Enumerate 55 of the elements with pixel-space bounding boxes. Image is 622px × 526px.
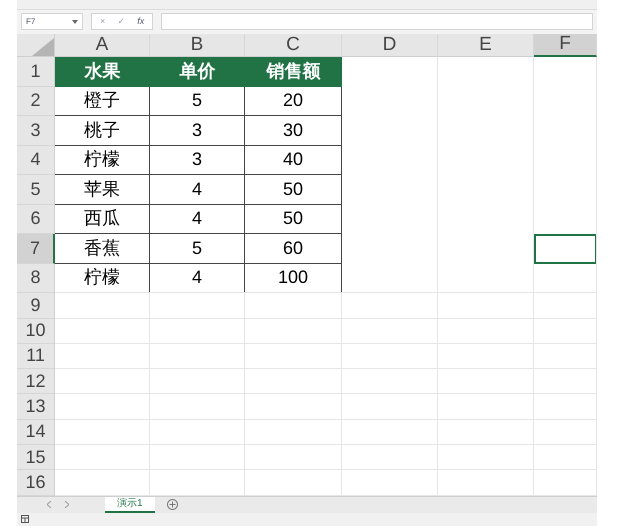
column-header[interactable]: C: [245, 34, 342, 58]
table-cell: 60: [245, 234, 342, 264]
table-cell: 50: [245, 204, 342, 234]
row-header[interactable]: 1: [17, 57, 55, 87]
table-cell: 30: [245, 116, 342, 146]
row-header[interactable]: 2: [17, 86, 55, 116]
row-header[interactable]: 7: [17, 234, 55, 264]
table-cell: 柠檬: [55, 264, 150, 294]
column-header[interactable]: A: [55, 34, 150, 58]
row-header[interactable]: 4: [17, 146, 55, 176]
table-cell: 橙子: [55, 86, 150, 116]
table-cell: 40: [245, 146, 342, 176]
row-header[interactable]: 16: [17, 470, 55, 496]
row-header[interactable]: 5: [17, 175, 55, 205]
row-header[interactable]: 11: [17, 344, 55, 370]
column-title: 水果: [55, 57, 150, 87]
row-header[interactable]: 15: [17, 445, 55, 470]
table-cell: 3: [150, 116, 245, 146]
table-cell: 苹果: [55, 175, 150, 205]
table-cell: 西瓜: [55, 204, 150, 234]
column-header[interactable]: B: [150, 34, 245, 58]
table-cell: 4: [150, 204, 245, 234]
scroll-left-icon[interactable]: [47, 501, 52, 508]
table-cell: 柠檬: [55, 146, 150, 176]
scroll-right-icon[interactable]: [64, 501, 69, 508]
row-header[interactable]: 12: [17, 369, 55, 394]
formula-input[interactable]: [161, 13, 593, 30]
table-cell: 5: [150, 86, 245, 116]
table-cell: 20: [245, 86, 342, 116]
column-header[interactable]: F: [534, 34, 597, 58]
name-box[interactable]: F7: [21, 13, 83, 30]
table-cell: 100: [245, 264, 342, 294]
table-cell: 桃子: [55, 116, 150, 146]
row-header[interactable]: 8: [17, 264, 55, 294]
table-cell: 4: [150, 175, 245, 205]
table-cell: 5: [150, 234, 245, 264]
row-header[interactable]: 13: [17, 394, 55, 420]
row-header[interactable]: 9: [17, 293, 55, 319]
column-title: 销售额: [245, 57, 342, 87]
table-cell: 50: [245, 175, 342, 205]
sheet-tab[interactable]: 演示1: [105, 496, 155, 513]
insert-function-button[interactable]: fx: [137, 15, 144, 29]
column-header[interactable]: E: [438, 34, 534, 58]
table-cell: 4: [150, 264, 245, 294]
column-title: 单价: [150, 57, 245, 87]
column-header[interactable]: D: [342, 34, 438, 58]
row-header[interactable]: 3: [17, 116, 55, 146]
row-header[interactable]: 14: [17, 420, 55, 445]
table-cell: 3: [150, 146, 245, 176]
page-layout-icon[interactable]: [21, 515, 29, 524]
add-sheet-icon[interactable]: [166, 499, 178, 510]
row-header[interactable]: 10: [17, 318, 55, 344]
caret-icon: [72, 20, 78, 24]
table-cell: 香蕉: [55, 234, 150, 264]
row-header[interactable]: 6: [17, 204, 55, 234]
